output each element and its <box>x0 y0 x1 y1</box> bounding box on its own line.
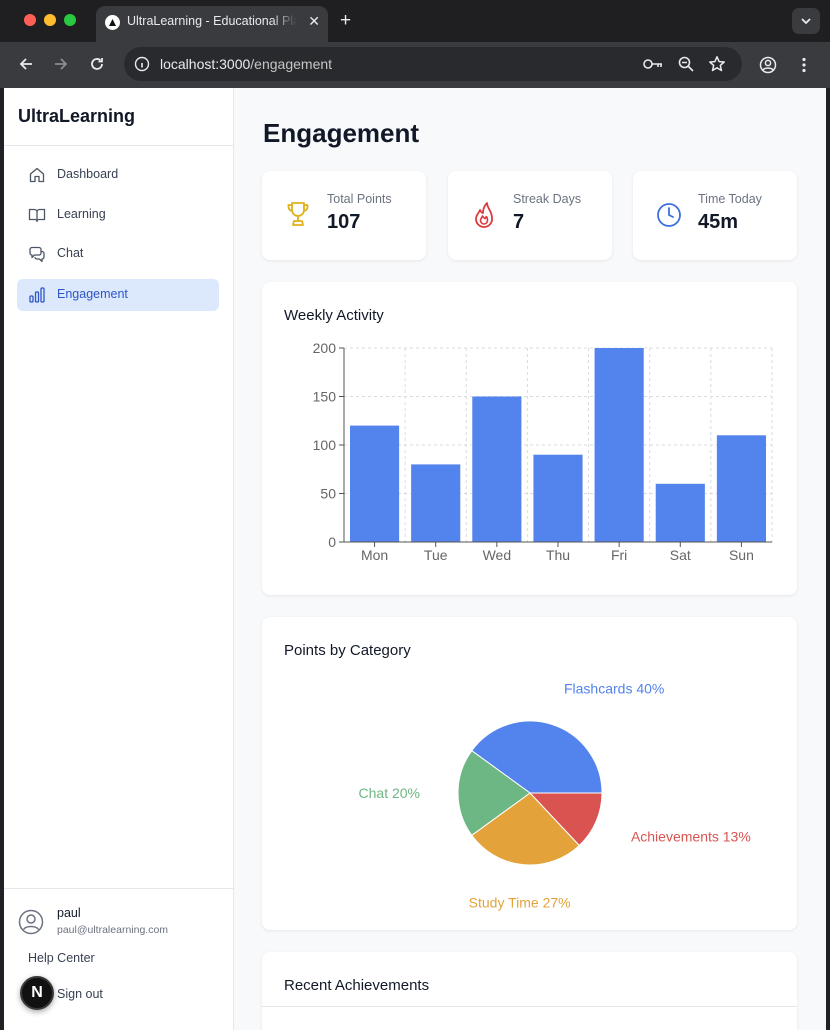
home-icon <box>29 167 45 183</box>
recent-achievements-card: Recent Achievements <box>262 952 797 1030</box>
y-tick-label: 50 <box>320 486 336 502</box>
clock-icon <box>657 203 681 227</box>
avatar-icon[interactable] <box>18 909 44 935</box>
user-email: paul@ultralearning.com <box>57 924 169 936</box>
sidebar: UltraLearning Dashboard Learning Chat En… <box>4 88 234 1030</box>
tab-close-icon[interactable]: ✕ <box>308 13 320 30</box>
x-tick-label: Fri <box>611 547 627 563</box>
browser-tab[interactable]: UltraLearning - Educational Platform ✕ <box>96 6 328 42</box>
stat-card-streak-days: Streak Days 7 <box>448 171 612 260</box>
maximize-window-button[interactable] <box>64 14 76 26</box>
browser-toolbar: localhost:3000/engagement <box>0 42 830 88</box>
sidebar-item-label: Engagement <box>57 287 128 301</box>
kebab-menu-icon[interactable] <box>795 56 813 74</box>
x-tick-label: Sun <box>729 547 754 563</box>
minimize-window-button[interactable] <box>44 14 56 26</box>
stat-label: Total Points <box>327 192 392 206</box>
zoom-icon[interactable] <box>677 55 695 73</box>
bar-wed <box>472 396 522 542</box>
chat-icon <box>29 246 45 263</box>
x-tick-label: Thu <box>546 547 570 563</box>
back-arrow-icon[interactable] <box>17 55 35 73</box>
x-tick-label: Wed <box>483 547 512 563</box>
bar-sat <box>655 483 705 542</box>
brand-logo-text[interactable]: UltraLearning <box>18 106 135 127</box>
user-name: paul <box>57 906 81 920</box>
reload-icon[interactable] <box>88 55 106 73</box>
y-tick-label: 0 <box>328 534 336 550</box>
bar-mon <box>350 425 400 542</box>
weekly-activity-bar-chart: 0 50 100 150 200 Mon Tue Wed Thu Fri Sat Sun <box>313 340 773 563</box>
stat-value: 45m <box>698 211 739 233</box>
pie-label: Achievements 13% <box>631 829 751 845</box>
bar-chart-icon <box>29 287 45 303</box>
bar-tue <box>411 464 461 542</box>
close-window-button[interactable] <box>24 14 36 26</box>
points-by-category-card: Points by Category Flashcards 40% Achieve… <box>262 617 797 930</box>
sidebar-divider <box>4 145 233 146</box>
stat-label: Time Today <box>698 192 762 206</box>
help-center-link[interactable]: Help Center <box>28 951 95 965</box>
tab-title: UltraLearning - Educational Platform <box>127 14 297 28</box>
stat-card-total-points: Total Points 107 <box>262 171 426 260</box>
y-tick-label: 200 <box>313 340 337 356</box>
y-tick-label: 100 <box>313 437 337 453</box>
profile-icon[interactable] <box>759 56 777 74</box>
chevron-down-icon <box>801 18 811 25</box>
new-tab-button[interactable]: + <box>340 10 351 32</box>
nextjs-dev-badge[interactable]: N <box>20 976 54 1010</box>
address-url: localhost:3000/engagement <box>160 56 333 72</box>
sidebar-item-label: Learning <box>57 207 106 221</box>
bar-sun <box>716 435 766 542</box>
x-tick-label: Mon <box>361 547 388 563</box>
password-key-icon[interactable] <box>642 55 664 73</box>
bar-thu <box>533 454 583 542</box>
stat-card-time-today: Time Today 45m <box>633 171 797 260</box>
browser-titlebar: UltraLearning - Educational Platform ✕ + <box>0 0 830 42</box>
tab-search-button[interactable] <box>792 8 820 34</box>
points-by-category-pie-chart: Flashcards 40% Achievements 13% Study Time… <box>359 680 751 911</box>
sign-out-button[interactable]: Sign out <box>57 987 103 1001</box>
stat-value: 7 <box>513 211 525 233</box>
sidebar-item-label: Dashboard <box>57 167 119 181</box>
trophy-icon <box>287 202 309 226</box>
pie-label: Chat 20% <box>359 785 420 801</box>
sidebar-item-label: Chat <box>57 246 84 260</box>
flame-icon <box>475 202 493 228</box>
book-icon <box>28 208 46 223</box>
pie-label: Flashcards 40% <box>564 680 664 696</box>
nextjs-favicon-icon <box>105 15 120 30</box>
forward-arrow-icon[interactable] <box>52 55 70 73</box>
recent-achievements-title: Recent Achievements <box>284 977 430 994</box>
y-tick-label: 150 <box>313 389 337 405</box>
site-info-icon[interactable] <box>134 56 150 72</box>
weekly-activity-card: Weekly Activity 0 50 100 150 200 Mon Tue Wed Thu… <box>262 282 797 595</box>
sidebar-item-chat[interactable]: Chat <box>17 238 219 270</box>
bookmark-star-icon[interactable] <box>708 55 726 73</box>
page-title: Engagement <box>263 118 420 148</box>
bar-fri <box>594 348 644 542</box>
x-tick-label: Sat <box>670 547 691 563</box>
sidebar-item-learning[interactable]: Learning <box>17 199 219 231</box>
sidebar-item-dashboard[interactable]: Dashboard <box>17 159 219 191</box>
pie-label: Study Time 27% <box>469 895 571 911</box>
app-root: UltraLearning Dashboard Learning Chat En… <box>4 88 826 1030</box>
x-tick-label: Tue <box>424 547 448 563</box>
sidebar-item-engagement[interactable]: Engagement <box>17 279 219 311</box>
address-bar[interactable]: localhost:3000/engagement <box>124 47 742 81</box>
card-divider <box>262 1006 797 1007</box>
stat-value: 107 <box>327 211 361 233</box>
sidebar-footer-divider <box>4 888 233 889</box>
stat-label: Streak Days <box>513 192 582 206</box>
